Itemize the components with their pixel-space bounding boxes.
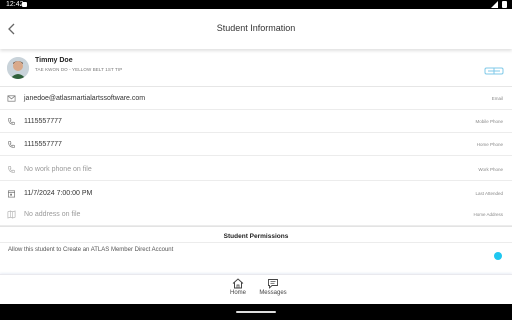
- home-address-value: No address on file: [24, 211, 81, 218]
- notification-icon: [22, 2, 27, 7]
- work-phone-label: Work Phone: [478, 167, 503, 172]
- map-icon: [7, 210, 16, 219]
- battery-icon: [502, 1, 507, 8]
- signal-icon: [491, 1, 498, 8]
- home-phone-value: 1115557777: [24, 141, 62, 148]
- status-time: 12:42: [6, 1, 24, 8]
- student-permissions-section: Student Permissions Allow this student t…: [0, 226, 512, 274]
- mobile-phone-label: Mobile Phone: [475, 119, 503, 124]
- email-icon: [7, 95, 16, 102]
- home-icon: [232, 278, 244, 289]
- nav-home[interactable]: Home: [218, 278, 258, 304]
- belt-badge-icon: [484, 67, 504, 75]
- page-title: Student Information: [216, 23, 296, 33]
- home-address-label: Home Address: [473, 212, 503, 217]
- home-phone-label: Home Phone: [476, 142, 503, 147]
- student-avatar: [7, 57, 29, 79]
- email-value: janedoe@atlasmartialartssoftware.com: [24, 95, 146, 102]
- nav-home-label: Home: [229, 290, 246, 296]
- last-attended-row: 11/7/2024 7:00:00 PM Last Attended: [0, 183, 512, 205]
- nav-messages-label: Messages: [259, 290, 287, 296]
- phone-icon: [8, 166, 15, 173]
- member-account-toggle[interactable]: [494, 252, 502, 260]
- app-bar: Student Information: [0, 9, 512, 49]
- calendar-icon: [7, 190, 16, 198]
- student-profile: Timmy Doe TAE KWON DO - YELLOW BELT 1ST …: [0, 52, 512, 87]
- bottom-nav: Home Messages: [0, 274, 512, 304]
- last-attended-value: 11/7/2024 7:00:00 PM: [24, 190, 93, 197]
- phone-icon: [8, 118, 15, 125]
- last-attended-label: Last Attended: [475, 191, 503, 196]
- phone-icon: [8, 141, 15, 148]
- student-name: Timmy Doe: [35, 57, 73, 64]
- screen: 12:42 Student Information Timmy Doe TAE …: [0, 0, 512, 320]
- mobile-phone-row[interactable]: 1115557777 Mobile Phone: [0, 111, 512, 133]
- divider: [0, 242, 512, 243]
- email-label: Email: [491, 96, 503, 101]
- status-bar: 12:42: [0, 0, 512, 9]
- permissions-title: Student Permissions: [223, 233, 289, 240]
- home-address-row[interactable]: No address on file Home Address: [0, 204, 512, 226]
- work-phone-value: No work phone on file: [24, 166, 92, 173]
- mobile-phone-value: 1115557777: [24, 118, 62, 125]
- nav-messages[interactable]: Messages: [253, 278, 293, 304]
- student-rank: TAE KWON DO - YELLOW BELT 1ST TIP: [35, 67, 123, 72]
- email-row[interactable]: janedoe@atlasmartialartssoftware.com Ema…: [0, 88, 512, 110]
- gesture-handle[interactable]: [236, 311, 276, 313]
- member-account-permission-label: Allow this student to Create an ATLAS Me…: [8, 247, 174, 253]
- system-nav-bar: [0, 304, 512, 320]
- home-phone-row[interactable]: 1115557777 Home Phone: [0, 134, 512, 156]
- message-icon: [268, 279, 278, 289]
- work-phone-row[interactable]: No work phone on file Work Phone: [0, 159, 512, 181]
